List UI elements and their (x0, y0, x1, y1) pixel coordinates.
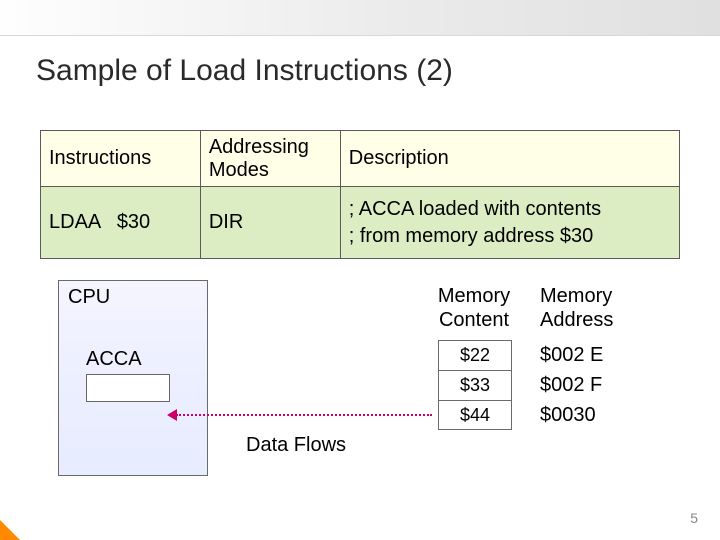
memory-content-column: $22 $33 $44 (438, 340, 512, 430)
slide-title: Sample of Load Instructions (2) (0, 36, 720, 88)
slide-number: 5 (690, 510, 698, 526)
memory-address-cell: $002 F (540, 370, 603, 400)
header-modes: Addressing Modes (200, 131, 340, 187)
cell-mode: DIR (200, 187, 340, 259)
data-flow-arrow (176, 414, 432, 416)
memory-address-column: $002 E $002 F $0030 (540, 340, 603, 430)
cell-instruction: LDAA $30 (41, 187, 201, 259)
memory-content-cell: $44 (438, 400, 512, 430)
memory-content-cell: $22 (438, 340, 512, 370)
instruction-table: Instructions Addressing Modes Descriptio… (40, 130, 680, 259)
acca-register (86, 374, 170, 402)
memory-content-cell: $33 (438, 370, 512, 400)
memory-address-cell: $0030 (540, 400, 603, 430)
header-instructions: Instructions (41, 131, 201, 187)
header-description: Description (340, 131, 679, 187)
title-bar (0, 0, 720, 36)
acca-label: ACCA (86, 348, 142, 371)
memory-address-cell: $002 E (540, 340, 603, 370)
table-row: LDAA $30 DIR ; ACCA loaded with contents… (41, 187, 680, 259)
desc-line-1: ; ACCA loaded with contents (349, 196, 671, 223)
memory-address-header: Memory Address (540, 284, 650, 332)
cell-description: ; ACCA loaded with contents ; from memor… (340, 187, 679, 259)
data-flows-label: Data Flows (246, 434, 346, 457)
cpu-label: CPU (68, 286, 110, 309)
table-header-row: Instructions Addressing Modes Descriptio… (41, 131, 680, 187)
desc-line-2: ; from memory address $30 (349, 223, 671, 250)
corner-accent (0, 520, 20, 540)
memory-content-header: Memory Content (424, 284, 524, 332)
